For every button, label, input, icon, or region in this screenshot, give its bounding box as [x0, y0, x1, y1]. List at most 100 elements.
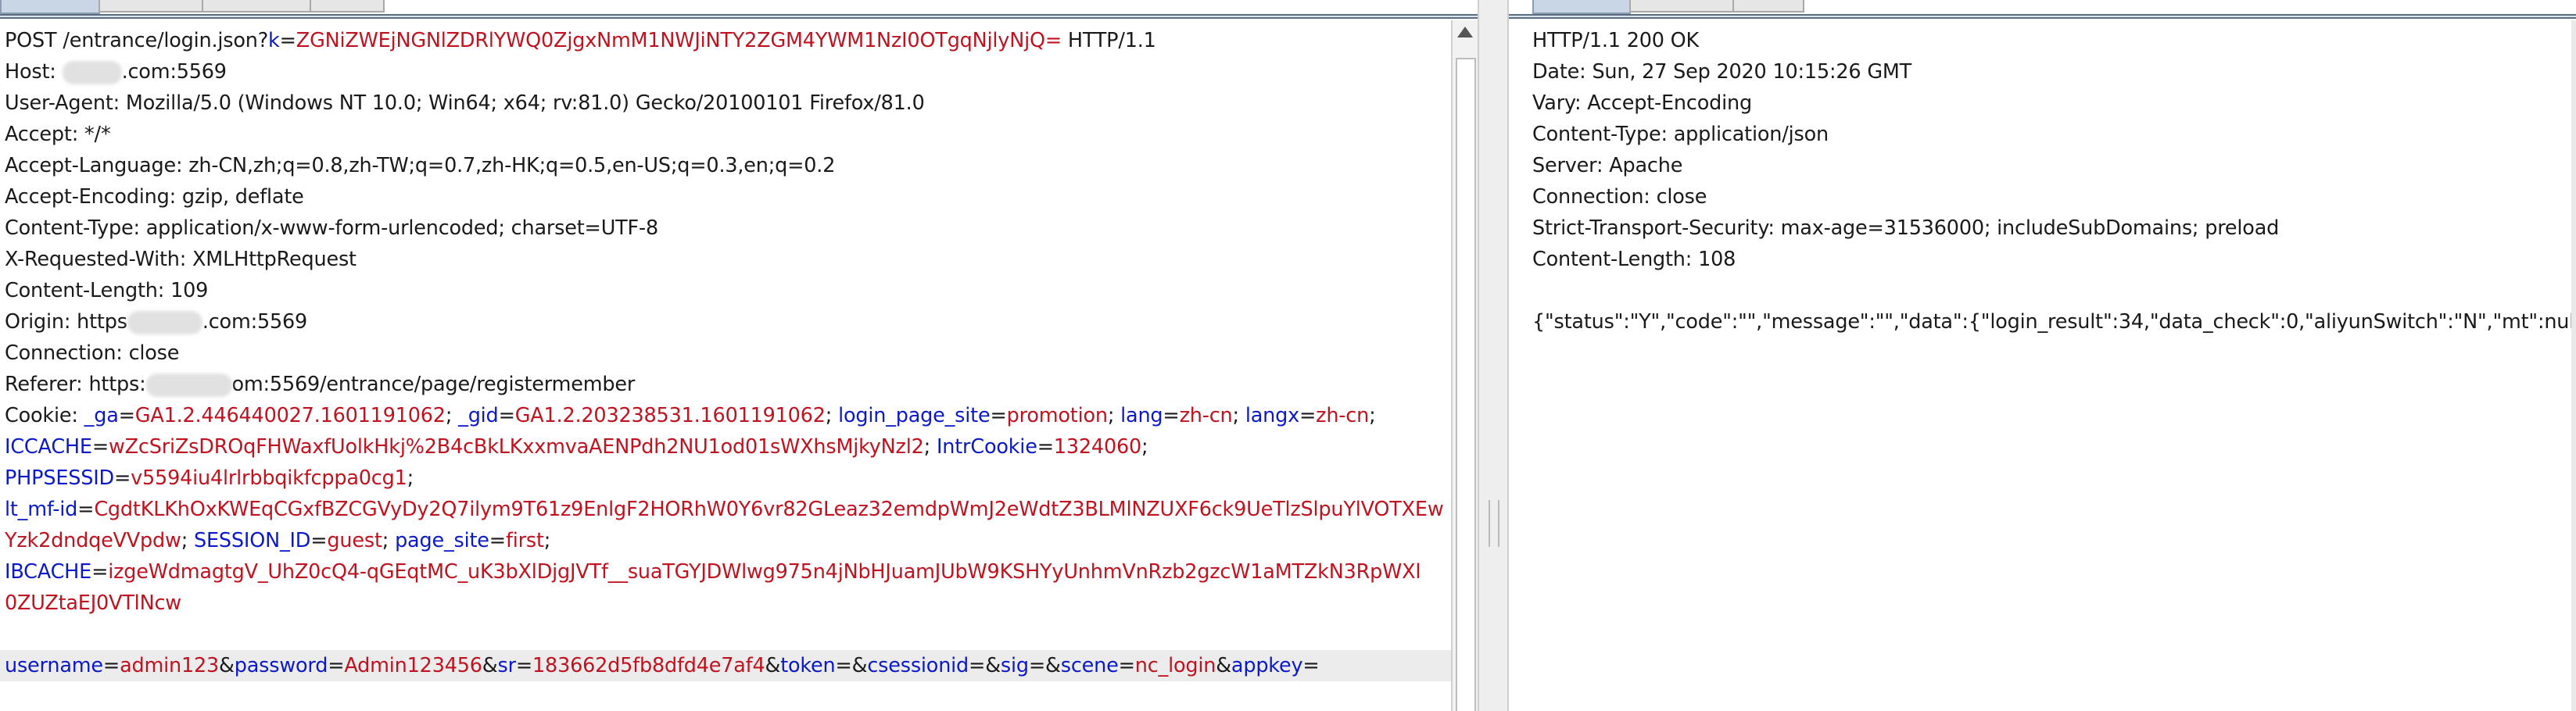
- param-value: CgdtKLKhOxKWEqCGxfBZCGVyDy2Q7ilym9T61z9E…: [94, 498, 1444, 521]
- param-equals: =: [835, 654, 852, 677]
- response-line[interactable]: Date: Sun, 27 Sep 2020 10:15:26 GMT: [1526, 56, 2571, 88]
- param-name: sig: [1000, 654, 1029, 677]
- request-line[interactable]: IBCACHE=izgeWdmagtgV_UhZ0cQ4-qGEqtMC_uK3…: [0, 556, 1451, 588]
- header-text: Referer: https:: [5, 373, 146, 396]
- request-scrollbar[interactable]: [1451, 20, 1479, 711]
- param-value: GA1.2.446440027.1601191062: [134, 404, 446, 427]
- request-line[interactable]: X-Requested-With: XMLHttpRequest: [0, 244, 1451, 275]
- request-line[interactable]: Content-Type: application/x-www-form-url…: [0, 213, 1451, 244]
- param-separator: ;: [543, 529, 551, 552]
- param-equals: =: [279, 29, 296, 52]
- param-separator: ;: [1369, 404, 1376, 427]
- param-name: _gid: [458, 404, 499, 427]
- param-separator: &: [1045, 654, 1061, 677]
- param-separator: ;: [825, 404, 839, 427]
- request-tab-params[interactable]: [99, 0, 203, 13]
- response-line[interactable]: Vary: Accept-Encoding: [1526, 88, 2571, 119]
- header-text: Accept-Language: zh-CN,zh;q=0.8,zh-TW;q=…: [5, 154, 836, 177]
- request-line[interactable]: Content-Length: 109: [0, 275, 1451, 306]
- param-equals: =: [1299, 404, 1317, 427]
- header-text: Host:: [5, 60, 63, 84]
- param-name: scene: [1060, 654, 1119, 677]
- request-tab-raw[interactable]: [0, 0, 100, 14]
- response-tab-hex[interactable]: [1732, 0, 1804, 13]
- redacted-host: [62, 61, 122, 84]
- pane-splitter[interactable]: [1478, 0, 1509, 711]
- request-tab-hex[interactable]: [310, 0, 385, 13]
- request-line[interactable]: Yzk2dndqeVVpdw; SESSION_ID=guest; page_s…: [0, 525, 1451, 556]
- param-equals: =: [1028, 654, 1046, 677]
- request-line[interactable]: ICCACHE=wZcSriZsDROqFHWaxfUolkHkj%2B4cBk…: [0, 431, 1451, 463]
- response-line[interactable]: Server: Apache: [1526, 150, 2571, 181]
- param-value: wZcSriZsDROqFHWaxfUolkHkj%2B4cBkLKxxmvaA…: [109, 435, 924, 459]
- param-equals: =: [102, 654, 120, 677]
- param-name: csessionid: [867, 654, 969, 677]
- response-line[interactable]: Content-Type: application/json: [1526, 119, 2571, 150]
- request-line[interactable]: Origin: https .com:5569: [0, 306, 1451, 338]
- tab-strip-rule: [0, 14, 1478, 19]
- param-equals: =: [118, 404, 135, 427]
- param-equals: =: [969, 654, 986, 677]
- request-line[interactable]: 0ZUZtaEJ0VTlNcw: [0, 588, 1451, 619]
- response-tab-strip: [1509, 0, 2576, 20]
- param-equals: =: [1118, 654, 1135, 677]
- header-text: Connection: close: [5, 341, 180, 365]
- request-line[interactable]: Accept-Encoding: gzip, deflate: [0, 181, 1451, 213]
- query-separator: ?: [257, 29, 269, 52]
- response-tab-headers[interactable]: [1629, 0, 1734, 13]
- param-value: first: [505, 529, 544, 552]
- header-name: Cookie:: [5, 404, 84, 427]
- param-separator: &: [765, 654, 781, 677]
- request-line[interactable]: lt_mf-id=CgdtKLKhOxKWEqCGxfBZCGVyDy2Q7il…: [0, 494, 1451, 525]
- param-separator: &: [851, 654, 868, 677]
- response-line[interactable]: {"status":"Y","code":"","message":"","da…: [1526, 306, 2571, 338]
- param-value: promotion: [1006, 404, 1108, 427]
- param-name: lt_mf-id: [5, 498, 78, 521]
- param-name: SESSION_ID: [194, 529, 311, 552]
- param-equals: =: [1163, 404, 1180, 427]
- param-name: login_page_site: [838, 404, 991, 427]
- param-equals: =: [310, 529, 328, 552]
- request-line[interactable]: POST /entrance/login.json?k=ZGNiZWEjNGNl…: [0, 25, 1451, 56]
- param-value: 1324060: [1053, 435, 1142, 459]
- request-line[interactable]: Host: .com:5569: [0, 56, 1451, 88]
- param-name: username: [5, 654, 103, 677]
- param-value: nc_login: [1134, 654, 1216, 677]
- request-editor[interactable]: POST /entrance/login.json?k=ZGNiZWEjNGNl…: [0, 20, 1451, 711]
- request-tab-headers[interactable]: [202, 0, 311, 13]
- request-line[interactable]: Cookie: _ga=GA1.2.446440027.1601191062; …: [0, 400, 1451, 431]
- request-line[interactable]: Referer: https: om:5569/entrance/page/reg…: [0, 369, 1451, 400]
- param-value: admin123: [120, 654, 220, 677]
- param-equals: =: [498, 404, 515, 427]
- param-separator: ;: [181, 529, 194, 552]
- param-equals: =: [515, 654, 533, 677]
- request-line[interactable]: PHPSESSID=v5594iu4lrlrbbqikfcppa0cg1;: [0, 463, 1451, 494]
- request-line[interactable]: User-Agent: Mozilla/5.0 (Windows NT 10.0…: [0, 88, 1451, 119]
- request-line[interactable]: username=admin123&password=Admin123456&s…: [0, 650, 1451, 681]
- scrollbar-thumb[interactable]: [1456, 58, 1476, 711]
- response-line[interactable]: [1526, 275, 2571, 306]
- scroll-up-arrow-icon[interactable]: [1457, 27, 1473, 38]
- header-text: Content-Length: 109: [5, 279, 209, 302]
- response-line[interactable]: Connection: close: [1526, 181, 2571, 213]
- header-text: om:5569/entrance/page/registermember: [231, 373, 636, 396]
- param-separator: ;: [1107, 404, 1121, 427]
- response-tab-raw[interactable]: [1532, 0, 1631, 14]
- request-line[interactable]: Connection: close: [0, 338, 1451, 369]
- request-line[interactable]: Accept-Language: zh-CN,zh;q=0.8,zh-TW;q=…: [0, 150, 1451, 181]
- param-value: zh-cn: [1316, 404, 1370, 427]
- response-line[interactable]: HTTP/1.1 200 OK: [1526, 25, 2571, 56]
- param-name: ICCACHE: [5, 435, 92, 459]
- param-equals: =: [91, 560, 109, 584]
- request-line[interactable]: [0, 619, 1451, 650]
- param-name: lang: [1120, 404, 1163, 427]
- param-name: token: [780, 654, 836, 677]
- header-text: Content-Type: application/x-www-form-url…: [5, 216, 659, 240]
- response-line[interactable]: Strict-Transport-Security: max-age=31536…: [1526, 213, 2571, 244]
- request-line[interactable]: Accept: */*: [0, 119, 1451, 150]
- param-name: sr: [497, 654, 516, 677]
- response-editor[interactable]: HTTP/1.1 200 OK Date: Sun, 27 Sep 2020 10…: [1526, 20, 2571, 711]
- param-separator: ;: [1232, 404, 1245, 427]
- param-equals: =: [77, 498, 95, 521]
- response-line[interactable]: Content-Length: 108: [1526, 244, 2571, 275]
